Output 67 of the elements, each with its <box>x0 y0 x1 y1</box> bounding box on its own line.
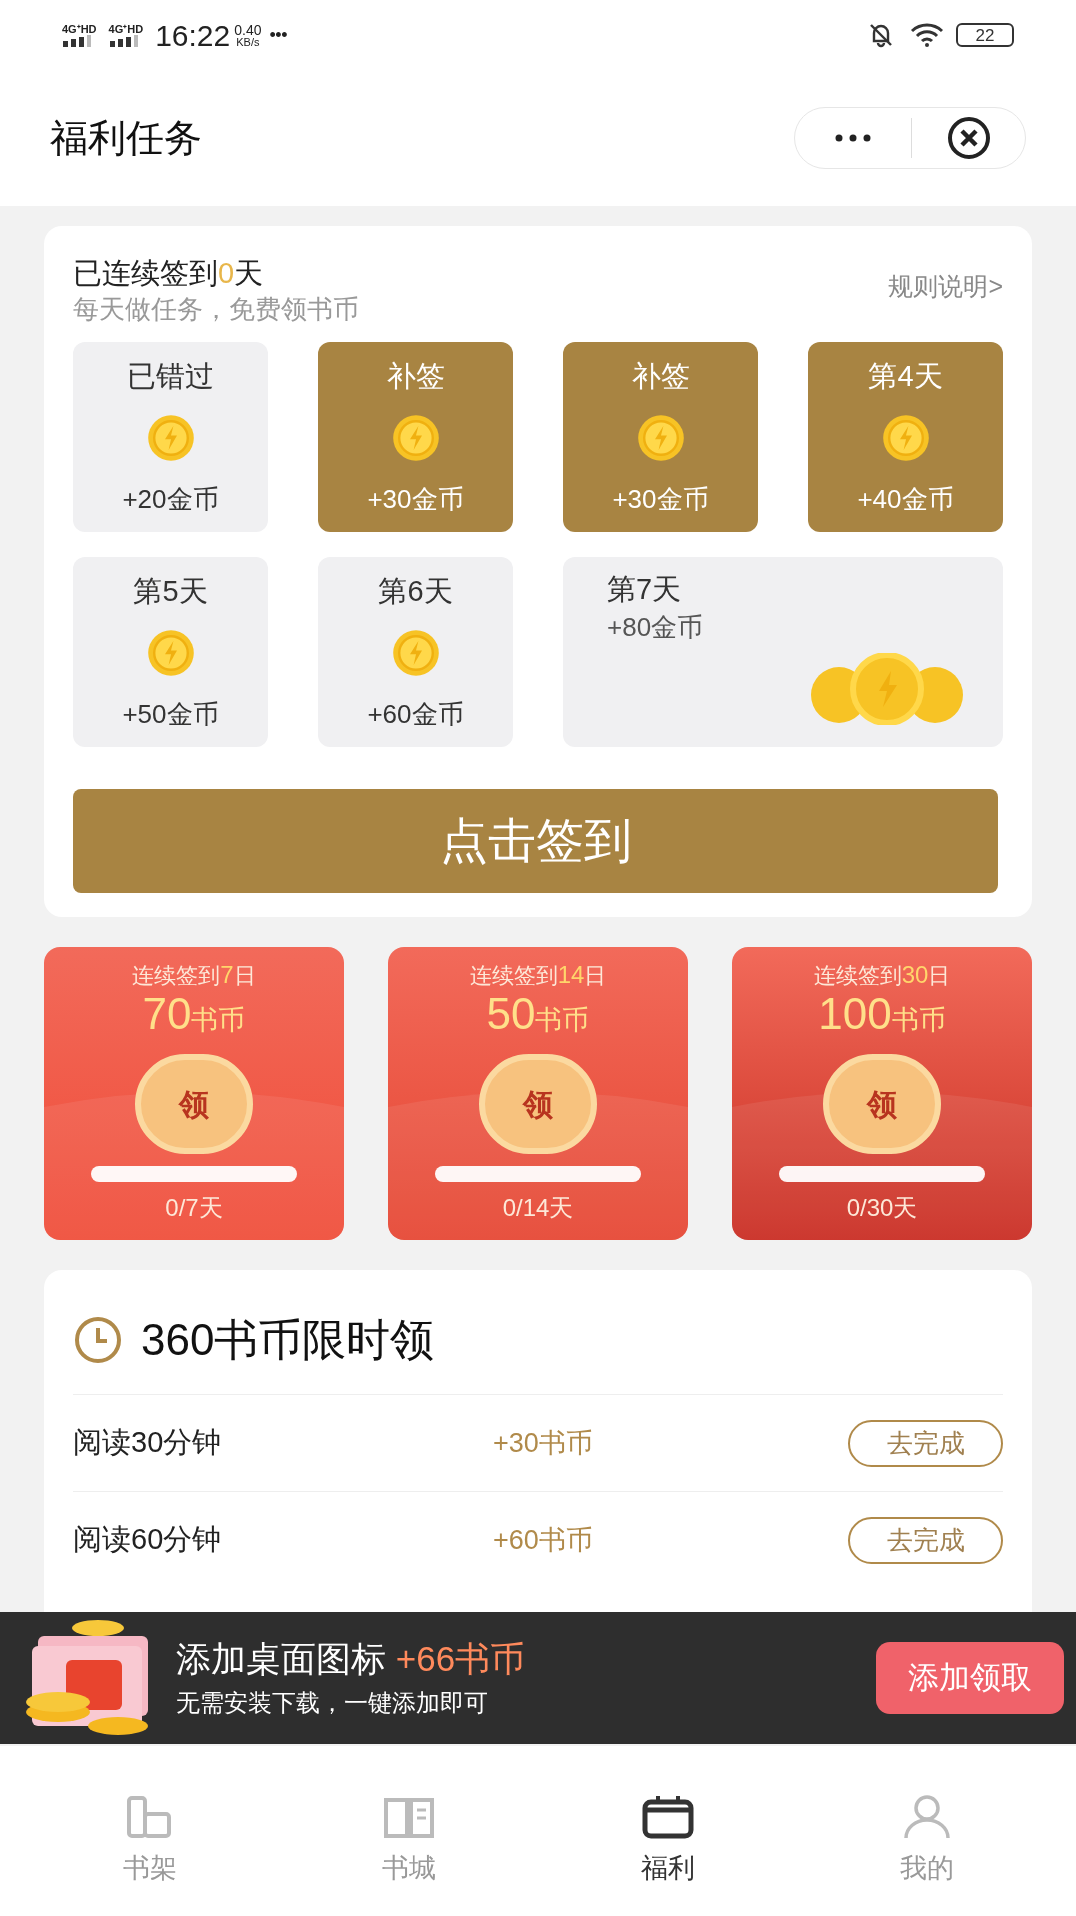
complete-button[interactable]: 去完成 <box>848 1516 1003 1564</box>
claim-button[interactable]: 领 <box>135 1054 253 1154</box>
rules-link[interactable]: 规则说明> <box>888 268 1003 306</box>
day-label: 补签 <box>386 359 445 394</box>
signal-label: 4G⁺HD <box>62 23 97 35</box>
muted-bell-icon <box>868 22 894 48</box>
day-reward: +50金币 <box>122 698 219 731</box>
person-icon <box>901 1794 952 1840</box>
checkin-button[interactable]: 点击签到 <box>73 789 998 893</box>
complete-button[interactable]: 去完成 <box>848 1419 1003 1467</box>
coin-icon <box>146 414 195 462</box>
streak-goal: 连续签到14日 <box>469 961 607 990</box>
day-reward: +20金币 <box>122 483 219 516</box>
day-reward: +60金币 <box>367 698 464 731</box>
day-reward: +30金币 <box>612 483 709 516</box>
coin-icon <box>881 414 930 462</box>
reward-amount: 70书币 <box>142 990 246 1040</box>
task-reward: +60书币 <box>493 1523 594 1557</box>
day-label: 第4天 <box>868 359 943 394</box>
signal-icon <box>108 34 139 47</box>
coin-icon <box>391 414 440 462</box>
tab-item[interactable]: 福利 <box>607 1794 728 1889</box>
reward-amount: 100书币 <box>818 990 946 1040</box>
signal-label: 4G⁺HD <box>108 23 144 35</box>
reward-amount: 50书币 <box>486 990 590 1040</box>
clock-icon <box>73 1315 123 1365</box>
banner-title: 添加桌面图标 +66书币 <box>176 1638 527 1680</box>
more-icon[interactable] <box>833 133 873 143</box>
claim-button[interactable]: 领 <box>823 1054 941 1154</box>
battery-indicator: 22 <box>956 23 1014 47</box>
progress-text: 0/7天 <box>165 1193 223 1223</box>
coin-icon <box>636 414 685 462</box>
day-label: 第7天 <box>607 572 683 607</box>
more-status: ••• <box>269 23 287 47</box>
checkin-subtitle: 每天做任务，免费领书币 <box>73 293 360 326</box>
tab-item[interactable]: 书架 <box>89 1794 210 1889</box>
day-reward: +30金币 <box>367 483 464 516</box>
streak-goal: 连续签到30日 <box>813 961 951 990</box>
day-reward: +80金币 <box>607 611 705 644</box>
tab-item[interactable]: 书城 <box>348 1794 469 1889</box>
day-label: 已错过 <box>127 359 214 394</box>
progress-text: 0/14天 <box>502 1193 574 1223</box>
close-icon[interactable] <box>945 115 992 161</box>
day-label: 补签 <box>631 359 690 394</box>
signal-icon <box>62 34 92 47</box>
streak-text: 已连续签到0天 <box>73 256 265 291</box>
day-label: 第5天 <box>133 574 208 609</box>
clock: 16:22 <box>155 17 231 54</box>
streak-goal: 连续签到7日 <box>132 961 256 990</box>
day-label: 第6天 <box>378 574 453 609</box>
task-label: 阅读30分钟 <box>73 1425 223 1461</box>
coin-icon <box>146 629 195 677</box>
task-section-title: 360书币限时领 <box>141 1314 435 1366</box>
page-title: 福利任务 <box>50 115 202 161</box>
coin-icon <box>391 629 440 677</box>
calendar-icon <box>640 1794 695 1840</box>
speed-value: 0.40 <box>234 22 262 37</box>
banner-subtitle: 无需安装下载，一键添加即可 <box>176 1688 489 1718</box>
progress-text: 0/30天 <box>846 1193 918 1223</box>
add-claim-button[interactable]: 添加领取 <box>876 1642 1064 1714</box>
task-label: 阅读60分钟 <box>73 1522 223 1558</box>
speed-unit: KB/s <box>236 36 260 48</box>
claim-button[interactable]: 领 <box>479 1054 597 1154</box>
tab-item[interactable]: 我的 <box>866 1794 987 1889</box>
task-reward: +30书币 <box>493 1426 594 1460</box>
wifi-icon <box>910 23 944 47</box>
day-reward: +40金币 <box>857 483 954 516</box>
